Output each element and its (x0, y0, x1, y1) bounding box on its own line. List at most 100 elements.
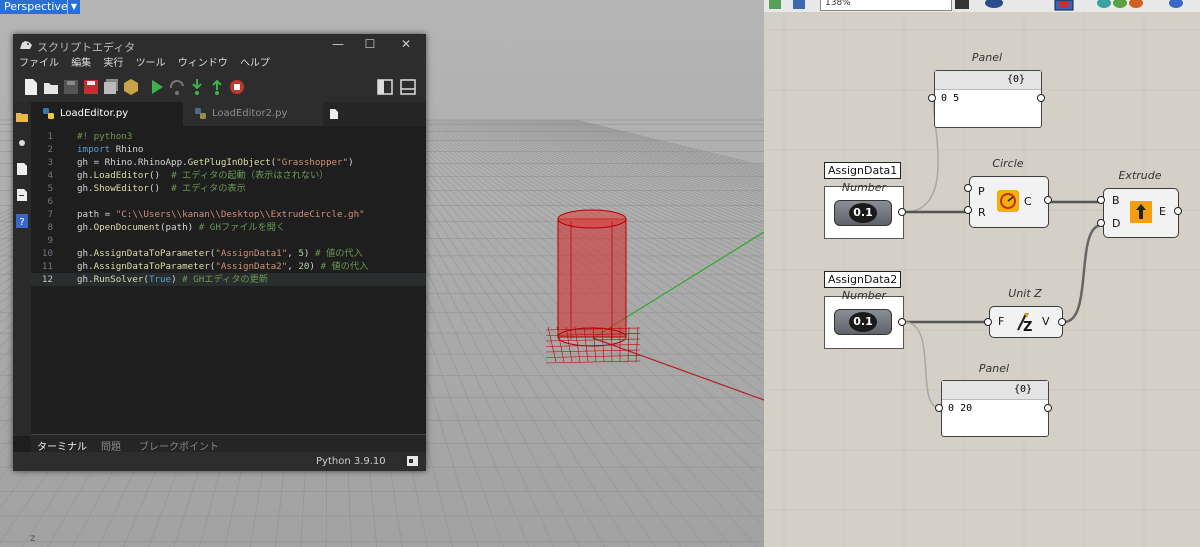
folder-icon[interactable] (16, 110, 28, 124)
circle-port-p[interactable] (964, 184, 972, 192)
code-line[interactable]: 11 gh.AssignDataToParameter("AssignData2"… (31, 260, 426, 273)
svg-text:?: ? (19, 217, 24, 228)
extrude-port-d[interactable] (1097, 219, 1105, 227)
code-line[interactable]: 5 gh.ShowEditor() # エディタの表示 (31, 182, 426, 195)
editor-titlebar[interactable]: スクリプトエディタ — ☐ ✕ (13, 34, 426, 56)
code-line[interactable]: 12 gh.RunSolver(True) # GHエディタの更新 (31, 273, 426, 286)
viewport-tab-perspective[interactable]: Perspective (0, 0, 72, 14)
line-number: 3 (47, 157, 53, 168)
extrude-port-e[interactable] (1174, 207, 1182, 215)
unit-z-icon: Z (1017, 313, 1032, 334)
save-icon[interactable] (792, 0, 806, 10)
document-alt-icon[interactable] (16, 188, 28, 202)
minimize-button[interactable]: — (323, 37, 353, 51)
code-text: import Rhino (77, 144, 144, 155)
panel-bottom[interactable]: {0} 0 20 (941, 380, 1049, 437)
row-value: 5 (953, 93, 960, 104)
unitz-output-v[interactable]: V (1042, 315, 1050, 328)
maximize-button[interactable]: ☐ (355, 37, 385, 51)
viewport-menu-arrow-icon[interactable]: ▼ (67, 0, 80, 14)
python-version[interactable]: Python 3.9.10 (316, 456, 386, 467)
number-slider-2[interactable]: 0.1 (834, 309, 892, 335)
display-mode-icons[interactable] (1096, 0, 1150, 10)
code-line[interactable]: 7 path = "C:\\Users\\kanan\\Desktop\\Extr… (31, 208, 426, 221)
extrude-component[interactable]: B D E (1103, 188, 1179, 238)
tab-loadeditor[interactable]: LoadEditor.py (31, 102, 183, 126)
extrude-port-b[interactable] (1097, 196, 1105, 204)
zoom-dropdown[interactable]: 138% (820, 0, 952, 11)
menu-file[interactable]: ファイル (19, 56, 59, 72)
notification-icon[interactable] (407, 455, 419, 467)
menu-window[interactable]: ウィンドウ (178, 56, 228, 72)
preview-icon[interactable] (984, 0, 1006, 10)
circle-port-c[interactable] (1044, 196, 1052, 204)
circle-input-p[interactable]: P (978, 185, 985, 198)
script-editor-window[interactable]: スクリプトエディタ — ☐ ✕ ファイル 編集 実行 ツール ウィンドウ ヘルプ… (13, 34, 426, 471)
run-icon[interactable] (149, 78, 165, 96)
new-file-icon[interactable] (23, 78, 39, 96)
save-all-icon[interactable] (103, 78, 119, 96)
menu-run[interactable]: 実行 (103, 56, 123, 72)
outline-icon[interactable] (16, 136, 28, 150)
group-label-assigndata1[interactable]: AssignData1 (824, 162, 902, 179)
circle-output-c[interactable]: C (1024, 195, 1032, 208)
code-line[interactable]: 2 import Rhino (31, 143, 426, 156)
slider-2-output-port[interactable] (898, 318, 906, 326)
open-file-icon[interactable] (43, 78, 59, 96)
new-tab-icon[interactable] (329, 108, 339, 120)
step-over-icon[interactable] (169, 78, 185, 96)
code-line[interactable]: 10 gh.AssignDataToParameter("AssignData1"… (31, 247, 426, 260)
toggle-panel-icon[interactable] (400, 78, 416, 96)
panel-top-input-port[interactable] (928, 94, 936, 102)
canvas-tool-icon[interactable] (954, 0, 970, 10)
toggle-sidebar-icon[interactable] (377, 78, 393, 96)
package-icon[interactable] (123, 78, 139, 96)
unitz-component[interactable]: F Z V (989, 306, 1063, 338)
code-line[interactable]: 6 (31, 195, 426, 208)
unitz-input-f[interactable]: F (998, 315, 1004, 328)
editor-tab-strip: LoadEditor.py LoadEditor2.py (31, 102, 426, 126)
unitz-port-v[interactable] (1058, 318, 1066, 326)
save-as-icon[interactable] (83, 78, 99, 96)
help-icon[interactable]: ? (16, 214, 28, 228)
step-into-icon[interactable] (189, 78, 205, 96)
close-button[interactable]: ✕ (391, 37, 421, 51)
bake-icon[interactable] (1054, 0, 1074, 11)
slider-1-output-port[interactable] (898, 208, 906, 216)
document-icon[interactable] (16, 162, 28, 176)
tab-problems[interactable]: 問題 (101, 438, 121, 453)
panel-bottom-output-port[interactable] (1044, 404, 1052, 412)
panel-top[interactable]: {0} 0 5 (934, 70, 1042, 128)
code-line[interactable]: 9 (31, 234, 426, 247)
number-slider-1[interactable]: 0.1 (834, 200, 892, 226)
stop-icon[interactable] (229, 78, 245, 96)
circle-port-r[interactable] (964, 206, 972, 214)
tab-loadeditor2[interactable]: LoadEditor2.py (183, 102, 323, 126)
panel-bottom-input-port[interactable] (935, 404, 943, 412)
grasshopper-canvas[interactable]: 138% Panel {0} 0 5 AssignData1 Number 0.… (764, 0, 1200, 547)
save-icon[interactable] (63, 78, 79, 96)
circle-input-r[interactable]: R (978, 206, 986, 219)
code-line[interactable]: 1 #! python3 (31, 130, 426, 143)
sketch-icon[interactable] (1168, 0, 1192, 10)
unitz-port-f[interactable] (984, 318, 992, 326)
python-file-icon (195, 107, 206, 119)
step-out-icon[interactable] (209, 78, 225, 96)
panel-top-output-port[interactable] (1037, 94, 1045, 102)
extrude-input-b[interactable]: B (1112, 194, 1120, 207)
doc-icon[interactable] (768, 0, 782, 10)
code-text: gh.OpenDocument(path) # GHファイルを開く (77, 222, 286, 233)
code-line[interactable]: 4 gh.LoadEditor() # エディタの起動（表示はされない） (31, 169, 426, 182)
circle-component[interactable]: P R C (969, 176, 1049, 228)
code-line[interactable]: 8 gh.OpenDocument(path) # GHファイルを開く (31, 221, 426, 234)
menu-tools[interactable]: ツール (136, 56, 166, 72)
extrude-input-d[interactable]: D (1112, 217, 1120, 230)
menu-help[interactable]: ヘルプ (240, 56, 270, 72)
menu-edit[interactable]: 編集 (71, 56, 91, 72)
code-editor[interactable]: 1 #! python3 2 import Rhino 3 gh = Rhino.Rhin… (31, 126, 426, 434)
group-label-assigndata2[interactable]: AssignData2 (824, 271, 902, 288)
tab-breakpoints[interactable]: ブレークポイント (139, 438, 219, 453)
code-text: gh.AssignDataToParameter("AssignData2", … (77, 261, 369, 272)
extrude-output-e[interactable]: E (1159, 205, 1166, 218)
code-line[interactable]: 3 gh = Rhino.RhinoApp.GetPlugInObject("Gr… (31, 156, 426, 169)
